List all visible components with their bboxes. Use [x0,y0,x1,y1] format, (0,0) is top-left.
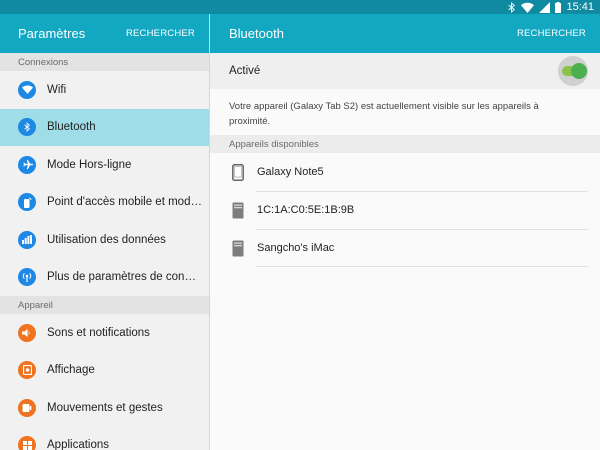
sidebar-item-label: Sons et notifications [47,326,150,339]
computer-icon [231,239,245,257]
sidebar-item-hotspot[interactable]: Point d'accès mobile et modem [0,184,209,222]
more-connection-icon [18,268,36,287]
gesture-icon [18,398,36,417]
section-header-connexions: Connexions [0,53,209,71]
toggle-label: Activé [229,65,261,77]
bluetooth-icon [18,118,36,137]
sidebar-item-label: Utilisation des données [47,233,166,246]
status-bar: 15:41 [0,0,600,14]
sidebar-title: Paramètres [18,26,86,41]
bluetooth-toggle-row[interactable]: Activé [210,53,600,89]
device-name: 1C:1A:C0:5E:1B:9B [257,204,355,216]
available-devices-header: Appareils disponibles [210,135,600,153]
wifi-icon [521,1,535,13]
status-time: 15:41 [566,1,594,13]
bluetooth-switch[interactable] [558,56,588,86]
bluetooth-search-button[interactable]: RECHERCHER [517,28,586,39]
sidebar-item-label: Wifi [47,83,67,96]
wifi-icon [18,80,36,99]
sidebar-item-more-connection-settings[interactable]: Plus de paramètres de connex.. [0,259,209,297]
sidebar-item-display[interactable]: Affichage [0,352,209,390]
speaker-icon [18,323,36,342]
sidebar-item-label: Bluetooth [47,121,96,134]
sidebar-item-label: Applications [47,439,110,450]
sidebar-item-bluetooth[interactable]: Bluetooth [0,108,209,146]
switch-track [562,63,587,79]
device-item[interactable]: 1C:1A:C0:5E:1B:9B [210,191,600,229]
sidebar-search-button[interactable]: RECHERCHER [126,28,195,39]
device-item[interactable]: Sangcho's iMac [210,229,600,267]
apps-icon [18,436,36,450]
sidebar-appbar: Paramètres RECHERCHER [0,14,209,53]
bluetooth-appbar: Bluetooth RECHERCHER [210,14,600,53]
sidebar-item-wifi[interactable]: Wifi [0,71,209,109]
switch-thumb [571,63,587,79]
bluetooth-panel: Bluetooth RECHERCHER Activé Votre appare… [210,14,600,450]
bluetooth-icon [508,1,516,13]
airplane-icon [18,155,36,174]
section-header-appareil: Appareil [0,296,209,314]
sidebar-item-label: Mode Hors-ligne [47,158,132,171]
page-title: Bluetooth [229,26,284,41]
data-usage-icon [18,230,36,249]
device-name: Sangcho's iMac [257,242,335,254]
hotspot-icon [18,193,36,212]
settings-sidebar: Paramètres RECHERCHER Connexions Wifi Bl… [0,14,210,450]
signal-icon [539,1,551,13]
sidebar-item-label: Affichage [47,364,95,377]
computer-icon [231,201,245,219]
display-icon [18,361,36,380]
sidebar-item-airplane-mode[interactable]: Mode Hors-ligne [0,146,209,184]
sidebar-item-label: Plus de paramètres de connex.. [47,271,202,284]
sidebar-item-sounds[interactable]: Sons et notifications [0,314,209,352]
phone-icon [231,163,245,181]
battery-icon [555,1,562,13]
visibility-message: Votre appareil (Galaxy Tab S2) est actue… [229,101,539,127]
sidebar-item-label: Point d'accès mobile et modem [47,196,202,209]
sidebar-item-data-usage[interactable]: Utilisation des données [0,221,209,259]
sidebar-item-applications[interactable]: Applications [0,427,209,450]
device-name: Galaxy Note5 [257,166,324,178]
sidebar-item-label: Mouvements et gestes [47,401,163,414]
sidebar-item-motions[interactable]: Mouvements et gestes [0,389,209,427]
device-item[interactable]: Galaxy Note5 [210,153,600,191]
